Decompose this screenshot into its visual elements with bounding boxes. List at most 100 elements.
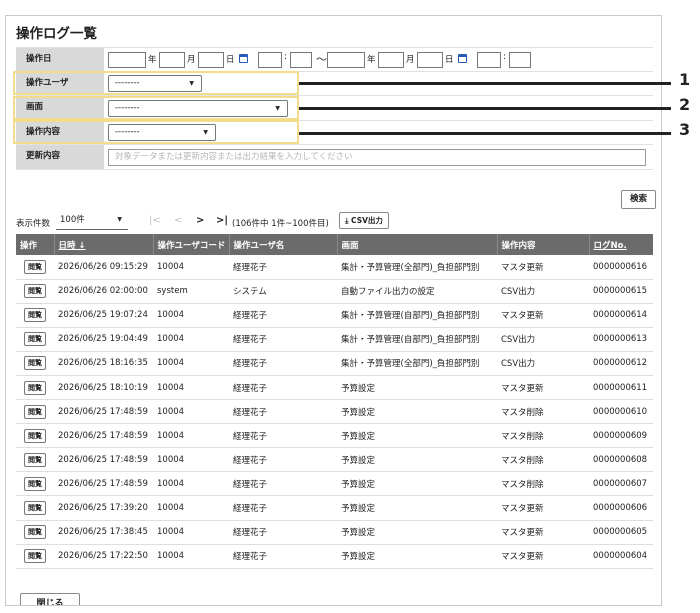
cell-log-no: 0000000612 [589, 351, 653, 376]
cell-user-code: 10004 [153, 399, 229, 425]
cell-log-no: 0000000605 [589, 520, 653, 545]
table-row: 閲覧 2026/06/25 17:48:59 10004 経理花子 予算設定 マスタ削除 0… [16, 423, 653, 449]
callout-leader-3 [299, 132, 671, 135]
close-button[interactable]: 閉じる [20, 593, 80, 605]
cell-action: 閲覧 [16, 375, 54, 401]
from-hour-input[interactable] [258, 51, 282, 68]
cell-log-no: 0000000606 [589, 495, 653, 521]
table-row: 閲覧 2026/06/25 17:48:59 10004 経理花子 予算設定 マスタ削除 0… [16, 447, 653, 473]
cell-operation: マスタ更新 [497, 375, 589, 401]
csv-export-button[interactable]: ⤓ CSV出力 [339, 212, 389, 229]
to-month-input[interactable] [378, 51, 404, 68]
to-day-input[interactable] [417, 51, 443, 68]
view-button[interactable]: 閲覧 [24, 356, 46, 371]
cell-user-code: 10004 [153, 351, 229, 376]
cell-user-name: 経理花子 [229, 303, 337, 328]
view-button[interactable]: 閲覧 [24, 525, 46, 540]
year-unit: 年 [148, 55, 157, 65]
cell-screen: 集計・予算管理(自部門)_負担部門別 [337, 327, 497, 352]
view-button[interactable]: 閲覧 [24, 308, 46, 323]
view-button[interactable]: 閲覧 [24, 380, 46, 395]
log-table-container[interactable]: 操作 日時 ↓ 操作ユーザコード 操作ユーザ名 画面 操作内容 ログNo. 閲覧… [16, 234, 653, 574]
update-label: 更新内容 [16, 145, 104, 169]
col-log-no-sort[interactable]: ログNo. [589, 234, 653, 255]
cell-user-code: 10004 [153, 423, 229, 449]
day-unit: 日 [445, 55, 454, 65]
month-unit: 月 [187, 55, 196, 65]
cell-log-no: 0000000614 [589, 303, 653, 328]
cell-datetime: 2026/06/25 17:39:20 [54, 495, 153, 521]
cell-operation: マスタ削除 [497, 399, 589, 425]
cell-operation: マスタ更新 [497, 255, 589, 280]
cell-log-no: 0000000615 [589, 279, 653, 304]
cell-user-name: 経理花子 [229, 520, 337, 545]
from-month-input[interactable] [159, 51, 185, 68]
cell-user-name: 経理花子 [229, 399, 337, 425]
range-tilde: ～ [316, 53, 327, 66]
cell-operation: マスタ更新 [497, 303, 589, 328]
from-year-input[interactable] [108, 51, 146, 68]
page-size-select[interactable]: 100件 ▼ [56, 212, 128, 230]
cell-datetime: 2026/06/25 17:48:59 [54, 423, 153, 449]
to-hour-input[interactable] [477, 51, 501, 68]
cell-user-code: 10004 [153, 303, 229, 328]
to-minute-input[interactable] [509, 51, 531, 68]
callout-number-3: 3 [679, 120, 691, 139]
cell-log-no: 0000000608 [589, 447, 653, 473]
cell-action: 閲覧 [16, 495, 54, 521]
cell-datetime: 2026/06/26 09:15:29 [54, 255, 153, 280]
view-button[interactable]: 閲覧 [24, 259, 46, 274]
search-button[interactable]: 検索 [621, 190, 656, 209]
prev-page-button[interactable]: < [174, 215, 182, 226]
cell-datetime: 2026/06/25 18:10:19 [54, 375, 153, 401]
cell-action: 閲覧 [16, 423, 54, 449]
page-size-label: 表示件数 [16, 219, 51, 229]
callout-number-2: 2 [679, 95, 691, 114]
col-datetime-sort[interactable]: 日時 ↓ [54, 234, 154, 255]
cell-operation: マスタ更新 [497, 520, 589, 545]
cell-datetime: 2026/06/25 17:48:59 [54, 447, 153, 473]
cell-action: 閲覧 [16, 303, 54, 328]
cell-user-code: 10004 [153, 471, 229, 497]
cell-screen: 集計・予算管理(自部門)_負担部門別 [337, 303, 497, 328]
next-page-button[interactable]: > [196, 215, 204, 226]
cell-operation: マスタ更新 [497, 544, 589, 569]
cell-user-name: 経理花子 [229, 544, 337, 569]
cell-datetime: 2026/06/25 19:04:49 [54, 327, 153, 352]
download-icon: ⤓ [345, 216, 349, 225]
view-button[interactable]: 閲覧 [24, 500, 46, 515]
cell-log-no: 0000000604 [589, 544, 653, 569]
time-colon: : [503, 52, 507, 62]
view-button[interactable]: 閲覧 [24, 404, 46, 419]
page-title: 操作ログ一覧 [16, 26, 97, 42]
first-page-button[interactable]: |< [149, 215, 161, 226]
table-body: 閲覧 2026/06/26 09:15:29 10004 経理花子 集計・予算管理(全部… [16, 255, 653, 569]
from-day-input[interactable] [198, 51, 224, 68]
to-year-input[interactable] [327, 51, 365, 68]
cell-operation: CSV出力 [497, 327, 589, 352]
table-row: 閲覧 2026/06/25 17:48:59 10004 経理花子 予算設定 マスタ削除 0… [16, 471, 653, 497]
cell-user-name: 経理花子 [229, 471, 337, 497]
cell-user-name: 経理花子 [229, 495, 337, 521]
filter-row-date: 操作日 年 月 日 : ～ 年 月 日 : [16, 47, 653, 72]
view-button[interactable]: 閲覧 [24, 428, 46, 443]
update-content-input[interactable]: 対象データまたは更新内容または出力結果を入力してください [108, 148, 646, 166]
view-button[interactable]: 閲覧 [24, 284, 46, 299]
cell-user-code: 10004 [153, 327, 229, 352]
cell-datetime: 2026/06/25 17:48:59 [54, 399, 153, 425]
cell-screen: 集計・予算管理(全部門)_負担部門別 [337, 255, 497, 280]
calendar-icon[interactable] [458, 54, 467, 63]
view-button[interactable]: 閲覧 [24, 332, 46, 347]
from-minute-input[interactable] [290, 51, 312, 68]
table-row: 閲覧 2026/06/26 02:00:00 system システム 自動ファイル出力の… [16, 279, 653, 304]
view-button[interactable]: 閲覧 [24, 476, 46, 491]
cell-screen: 予算設定 [337, 495, 497, 521]
view-button[interactable]: 閲覧 [24, 452, 46, 467]
cell-action: 閲覧 [16, 279, 54, 304]
calendar-icon[interactable] [239, 54, 248, 63]
cell-user-code: 10004 [153, 495, 229, 521]
callout-highlight-1 [13, 71, 299, 95]
cell-action: 閲覧 [16, 471, 54, 497]
view-button[interactable]: 閲覧 [24, 549, 46, 564]
last-page-button[interactable]: >| [216, 215, 228, 226]
